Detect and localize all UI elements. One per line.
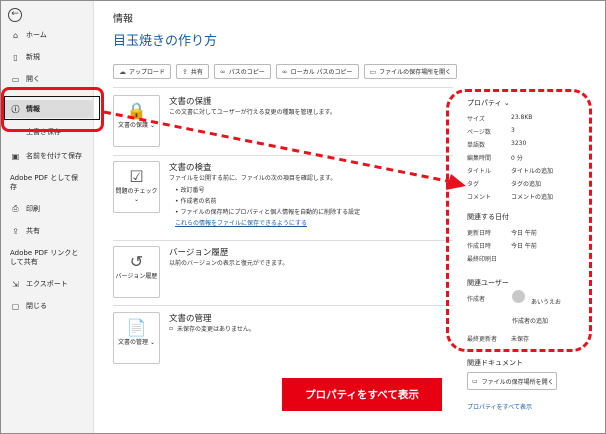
copy-local-path-button[interactable]: ∞ ローカル パスのコピー [275, 64, 359, 79]
info-toolbar: ☁ アップロード ⇪ 共有 ∞ パスのコピー ∞ ローカル パスのコピー ▭ ファイルの保… [113, 64, 458, 79]
sidebar-item-label: 名前を付けて保存 [26, 152, 82, 160]
sidebar-item-close[interactable]: ▢ 閉じる [1, 297, 93, 315]
section-title: 文書の管理 [169, 314, 212, 324]
protect-document-button[interactable]: 🔒 文書の保護 ⌄ [113, 95, 160, 147]
bullet-text: ファイルの保存時にプロパティと個人情報を自動的に削除する設定 [180, 209, 361, 216]
sidebar-item-save-as[interactable]: ▣ 名前を付けて保存 [1, 147, 93, 165]
open-location-label: ファイルの保存場所を開く [481, 378, 554, 386]
manage-section: 📄 文書の管理 ⌄ 文書の管理 未保存の変更はありません。 ▫ [113, 312, 453, 367]
folder-icon: ▭ [369, 67, 377, 76]
page-title: 情報 [113, 14, 133, 25]
section-description: ファイルを公開する前に、ファイルの次の項目を確認します。 [169, 175, 337, 182]
info-highlight-annotation [1, 87, 104, 132]
home-icon: ⌂ [12, 30, 19, 40]
list-item: • 改訂番号 [175, 187, 205, 194]
upload-button-label: アップロード [129, 69, 166, 76]
share-button[interactable]: ⇪ 共有 [176, 64, 209, 79]
link-icon: ∞ [219, 67, 226, 76]
inspect-doc-icon: ☑ [129, 167, 144, 186]
close-icon: ▢ [11, 301, 20, 311]
sidebar-item-label: 新規 [26, 53, 40, 61]
folder-icon: ▭ [11, 74, 20, 84]
sidebar-item-adobe-pdf-link[interactable]: Adobe PDF リンクとして共有 [1, 246, 81, 270]
sidebar-item-label: 印刷 [26, 205, 40, 213]
share-button-label: 共有 [190, 69, 203, 76]
sidebar-item-share[interactable]: ⇪ 共有 [1, 222, 93, 240]
inspect-section: ☑ 問題のチェック ⌄ 文書の検査 ファイルを公開する前に、ファイルの次の項目を… [113, 161, 453, 236]
versions-section: ↺ バージョン履歴 バージョン履歴 以前のバージョンの表示と復元ができます。 [113, 246, 453, 301]
properties-highlight-annotation [446, 89, 592, 352]
bullet-text: 作成者の名前 [180, 198, 217, 205]
divider [113, 240, 453, 241]
version-button-label: バージョン履歴 [115, 273, 158, 280]
upload-button[interactable]: ☁ アップロード [113, 64, 172, 79]
sidebar-item-adobe-pdf-save[interactable]: Adobe PDF として保存 [1, 171, 81, 195]
sidebar-item-label: 共有 [26, 227, 40, 235]
back-arrow-icon[interactable]: ← [8, 8, 22, 22]
section-description: 以前のバージョンの表示と復元ができます。 [169, 260, 289, 267]
divider [113, 155, 453, 156]
copy-local-path-label: ローカル パスのコピー [290, 69, 353, 76]
sidebar-item-label: 開く [26, 75, 40, 83]
folder-icon: ▭ [472, 377, 478, 385]
check-issues-button[interactable]: ☑ 問題のチェック ⌄ [113, 161, 160, 213]
sidebar-item-open[interactable]: ▭ 開く [1, 70, 93, 88]
sidebar-item-export[interactable]: ⇲ エクスポート [1, 275, 93, 293]
bullet-text: 改訂番号 [180, 187, 205, 194]
history-icon: ↺ [129, 252, 144, 271]
allow-save-info-link[interactable]: これらの情報をファイルに保存できるようにする [175, 218, 307, 227]
sidebar-item-label: Adobe PDF として保存 [10, 174, 79, 191]
section-title: 文書の検査 [169, 163, 212, 173]
section-description: 未保存の変更はありません。 [177, 326, 255, 333]
share-icon: ⇪ [182, 67, 188, 76]
protect-section: 🔒 文書の保護 ⌄ 文書の保護 この文書に対してユーザーが行える変更の種類を管理… [113, 95, 453, 150]
sidebar-item-print[interactable]: ⎙ 印刷 [1, 200, 93, 218]
section-description: この文書に対してユーザーが行える変更の種類を管理します。 [169, 109, 336, 116]
manage-document-button[interactable]: 📄 文書の管理 ⌄ [113, 312, 160, 364]
version-history-button[interactable]: ↺ バージョン履歴 [113, 246, 160, 298]
export-icon: ⇲ [12, 279, 19, 289]
related-docs-header: 関連ドキュメント [467, 359, 523, 367]
backstage-sidebar: ← ⌂ ホーム ▯ 新規 ▭ 開く ⓘ 情報 上書き保存 ▣ 名前を付けて保存 … [1, 1, 94, 433]
manage-doc-icon: 📄 [126, 318, 147, 337]
check-button-label: 問題のチェック [115, 188, 158, 195]
lock-icon: 🔒 [126, 101, 147, 120]
open-file-location-label: ファイルの保存場所を開く [379, 69, 452, 76]
show-all-properties-link[interactable]: プロパティをすべて表示 [467, 402, 532, 411]
open-file-location-button[interactable]: ▭ ファイルの保存場所を開く [363, 64, 458, 79]
open-file-location-button[interactable]: ▭ ファイルの保存場所を開く [467, 372, 557, 390]
protect-button-label: 文書の保護 [118, 122, 149, 129]
manage-button-label: 文書の管理 [118, 339, 149, 346]
section-title: 文書の保護 [169, 97, 212, 107]
list-item: • 作成者の名前 [175, 198, 217, 205]
section-title: バージョン履歴 [169, 248, 229, 258]
new-doc-icon: ▯ [13, 52, 18, 62]
doc-status-icon: ▫ [169, 325, 174, 332]
divider [113, 87, 453, 88]
document-title: 目玉焼きの作り方 [113, 34, 218, 49]
cloud-upload-icon: ☁ [119, 67, 126, 76]
sidebar-item-home[interactable]: ⌂ ホーム [1, 26, 93, 44]
print-icon: ⎙ [12, 204, 19, 213]
copy-path-label: パスのコピー [228, 69, 265, 76]
sidebar-item-label: 閉じる [26, 302, 47, 310]
copy-path-button[interactable]: ∞ パスのコピー [213, 64, 271, 79]
list-item: • ファイルの保存時にプロパティと個人情報を自動的に削除する設定 [175, 209, 361, 216]
sidebar-item-new[interactable]: ▯ 新規 [1, 48, 93, 66]
save-as-icon: ▣ [11, 151, 20, 161]
link-icon: ∞ [281, 67, 288, 76]
sidebar-item-label: エクスポート [26, 280, 68, 288]
divider [113, 305, 453, 306]
sidebar-item-label: ホーム [26, 31, 47, 39]
share-icon: ⇪ [12, 226, 19, 236]
sidebar-item-label: Adobe PDF リンクとして共有 [10, 249, 79, 266]
annotation-banner: プロパティをすべて表示 [282, 378, 442, 411]
